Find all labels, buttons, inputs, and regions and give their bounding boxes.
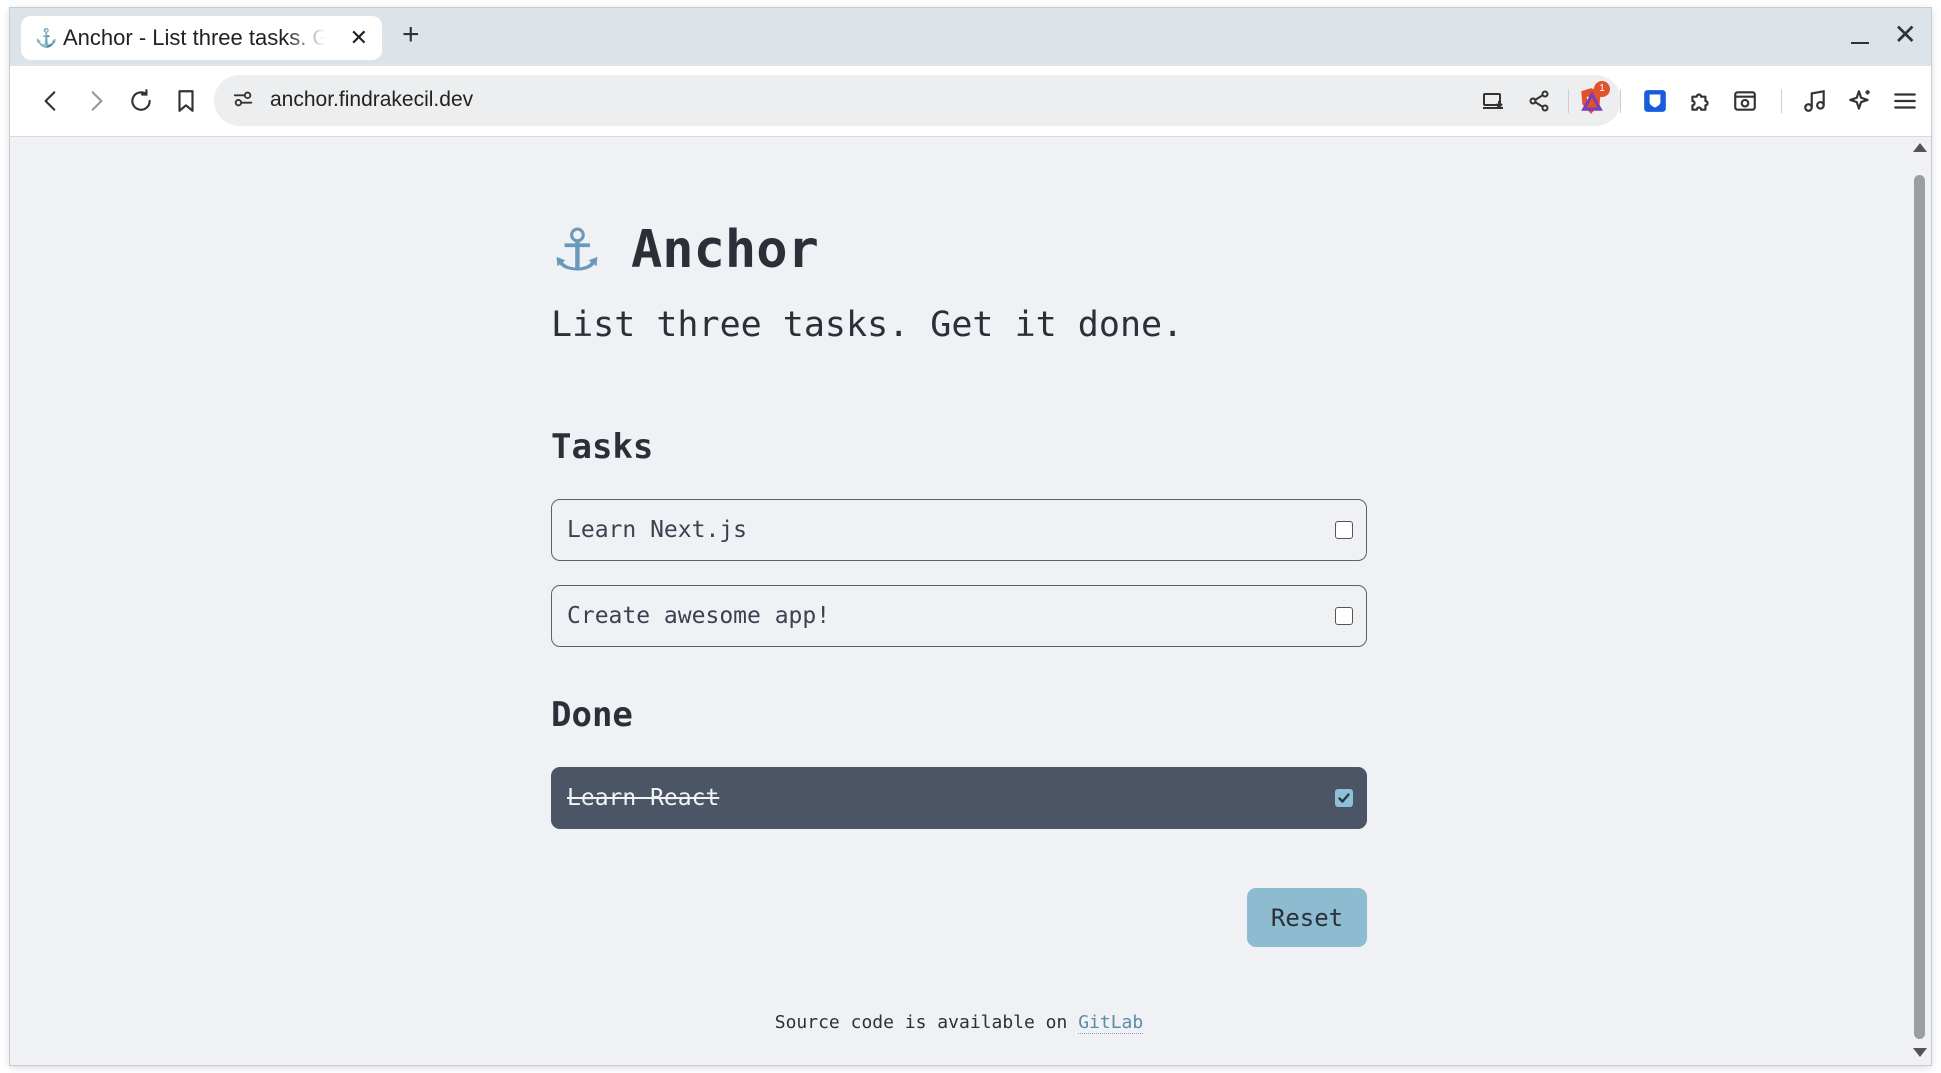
reader-icon: [1734, 91, 1756, 111]
install-app-icon[interactable]: [1479, 87, 1507, 115]
done-task-input[interactable]: [565, 784, 1335, 812]
window-close-button[interactable]: ✕: [1894, 18, 1917, 51]
reload-button[interactable]: [126, 86, 156, 116]
scroll-up-arrow-icon[interactable]: [1913, 143, 1927, 152]
separator: [1568, 89, 1569, 113]
reset-button[interactable]: Reset: [1247, 888, 1367, 947]
site-info-icon[interactable]: [232, 88, 254, 115]
browser-window: ⚓ Anchor - List three tasks. Get it done…: [10, 8, 1931, 1065]
app-tagline: List three tasks. Get it done.: [551, 305, 1184, 345]
extensions-button[interactable]: [1685, 86, 1715, 116]
gitlab-link[interactable]: GitLab: [1078, 1012, 1144, 1034]
music-note-icon: [1804, 89, 1825, 112]
forward-arrow-icon: [91, 91, 103, 111]
window-minimize-button[interactable]: [1851, 42, 1869, 44]
task-item[interactable]: [551, 585, 1367, 647]
task-item[interactable]: [551, 499, 1367, 561]
back-arrow-icon: [44, 91, 56, 111]
tab-title: Anchor - List three tasks. Get it done.: [63, 25, 325, 50]
tab-strip: ⚓ Anchor - List three tasks. Get it done…: [10, 8, 1931, 66]
browser-tab-active[interactable]: ⚓ Anchor - List three tasks. Get it done…: [21, 16, 382, 60]
brave-rewards-button[interactable]: 1: [1577, 81, 1610, 116]
app-title: Anchor: [631, 220, 819, 280]
scroll-down-arrow-icon[interactable]: [1913, 1048, 1927, 1057]
bookmark-button[interactable]: [171, 86, 201, 116]
menu-button[interactable]: [1890, 86, 1920, 116]
bookmark-icon: [178, 90, 194, 112]
tasks-heading: Tasks: [551, 427, 654, 467]
browser-toolbar: anchor.findrakecil.dev 1: [10, 66, 1931, 137]
scrollbar-thumb[interactable]: [1914, 175, 1925, 1039]
tab-close-icon[interactable]: ✕: [350, 25, 368, 51]
bitwarden-icon: [1644, 90, 1666, 112]
checkmark-icon: [1338, 793, 1350, 803]
done-task-checkbox[interactable]: [1335, 789, 1353, 807]
back-button[interactable]: [36, 86, 66, 116]
puzzle-piece-icon: [1691, 93, 1709, 111]
forward-button[interactable]: [81, 86, 111, 116]
anchor-icon: ⚓: [551, 216, 603, 284]
address-bar[interactable]: anchor.findrakecil.dev: [214, 75, 1621, 126]
task-input[interactable]: [565, 602, 1335, 630]
task-input[interactable]: [565, 516, 1335, 544]
task-checkbox[interactable]: [1335, 521, 1353, 539]
task-checkbox[interactable]: [1335, 607, 1353, 625]
reader-mode-button[interactable]: [1730, 86, 1760, 116]
page-viewport: ⚓ Anchor List three tasks. Get it done. …: [10, 137, 1908, 1065]
app-header: ⚓ Anchor: [551, 215, 819, 285]
separator: [1781, 89, 1782, 113]
separator: [1620, 89, 1621, 113]
url-text[interactable]: anchor.findrakecil.dev: [270, 88, 473, 112]
share-icon[interactable]: [1525, 87, 1553, 115]
reload-icon: [131, 89, 151, 111]
footer: Source code is available on GitLab: [10, 1012, 1908, 1034]
sparkle-icon: [1849, 90, 1870, 110]
media-button[interactable]: [1800, 86, 1830, 116]
leo-ai-button[interactable]: [1845, 86, 1875, 116]
vertical-scrollbar[interactable]: [1908, 137, 1931, 1065]
done-task-item[interactable]: [551, 767, 1367, 829]
notification-badge: 1: [1594, 81, 1610, 97]
footer-text: Source code is available on: [774, 1012, 1068, 1033]
done-heading: Done: [551, 695, 633, 735]
new-tab-button[interactable]: +: [402, 18, 420, 52]
tab-favicon-anchor-icon: ⚓: [35, 27, 58, 48]
hamburger-menu-icon: [1894, 93, 1916, 109]
bitwarden-extension-button[interactable]: [1640, 86, 1670, 116]
